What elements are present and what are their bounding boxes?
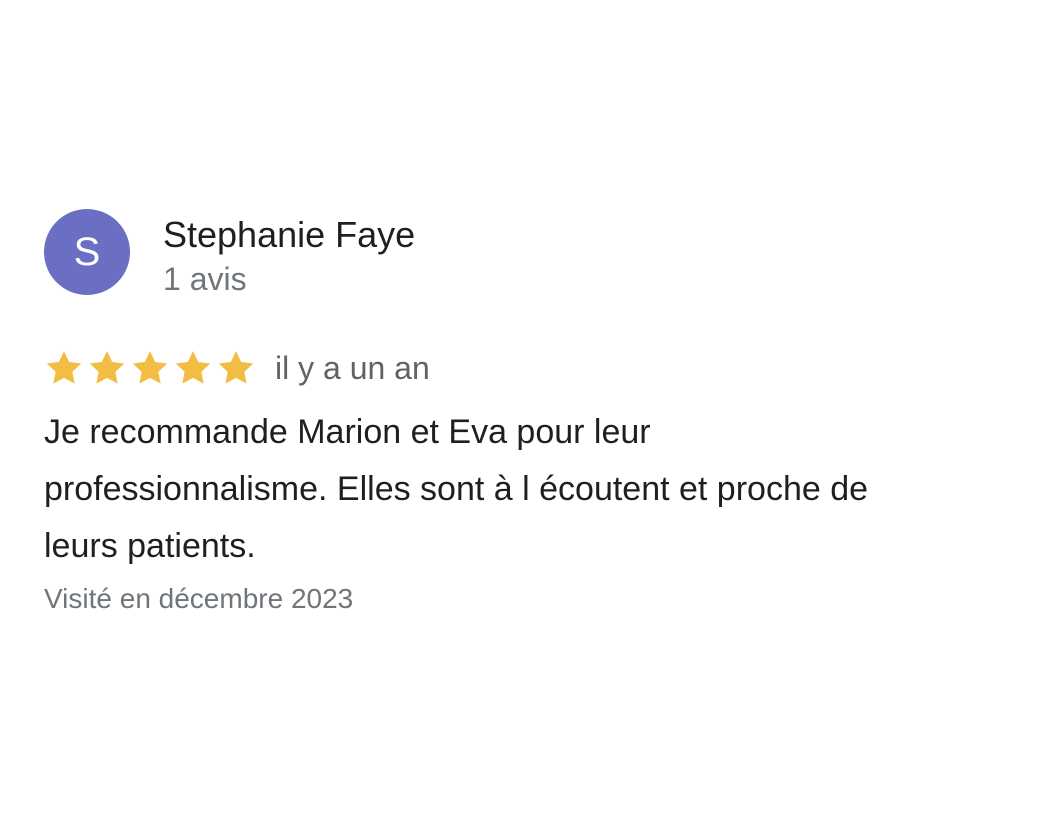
visit-info: Visité en décembre 2023: [44, 583, 354, 614]
rating-row: il y a un an: [44, 346, 1024, 390]
author-name[interactable]: Stephanie Faye: [163, 212, 415, 258]
review-text-line: Je recommande Marion et Eva pour leur: [44, 413, 651, 451]
review-card: S Stephanie Faye 1 avis il y a un an Je …: [44, 209, 1024, 619]
review-text-line: leurs patients.: [44, 527, 256, 565]
review-header: S Stephanie Faye 1 avis: [44, 209, 1024, 300]
author-review-count: 1 avis: [163, 261, 247, 297]
author-info: Stephanie Faye 1 avis: [163, 209, 415, 300]
review-text: Je recommande Marion et Eva pour leur pr…: [44, 404, 1004, 575]
avatar[interactable]: S: [44, 209, 130, 295]
star-icon: [218, 351, 254, 384]
review-text-line: professionnalisme. Elles sont à l écoute…: [44, 470, 869, 508]
review-date: il y a un an: [275, 350, 430, 386]
star-icon: [132, 351, 168, 384]
avatar-letter: S: [73, 229, 101, 274]
star-rating: [44, 348, 259, 388]
star-icon: [89, 351, 125, 384]
star-icon: [46, 351, 82, 384]
star-icon: [175, 351, 211, 384]
